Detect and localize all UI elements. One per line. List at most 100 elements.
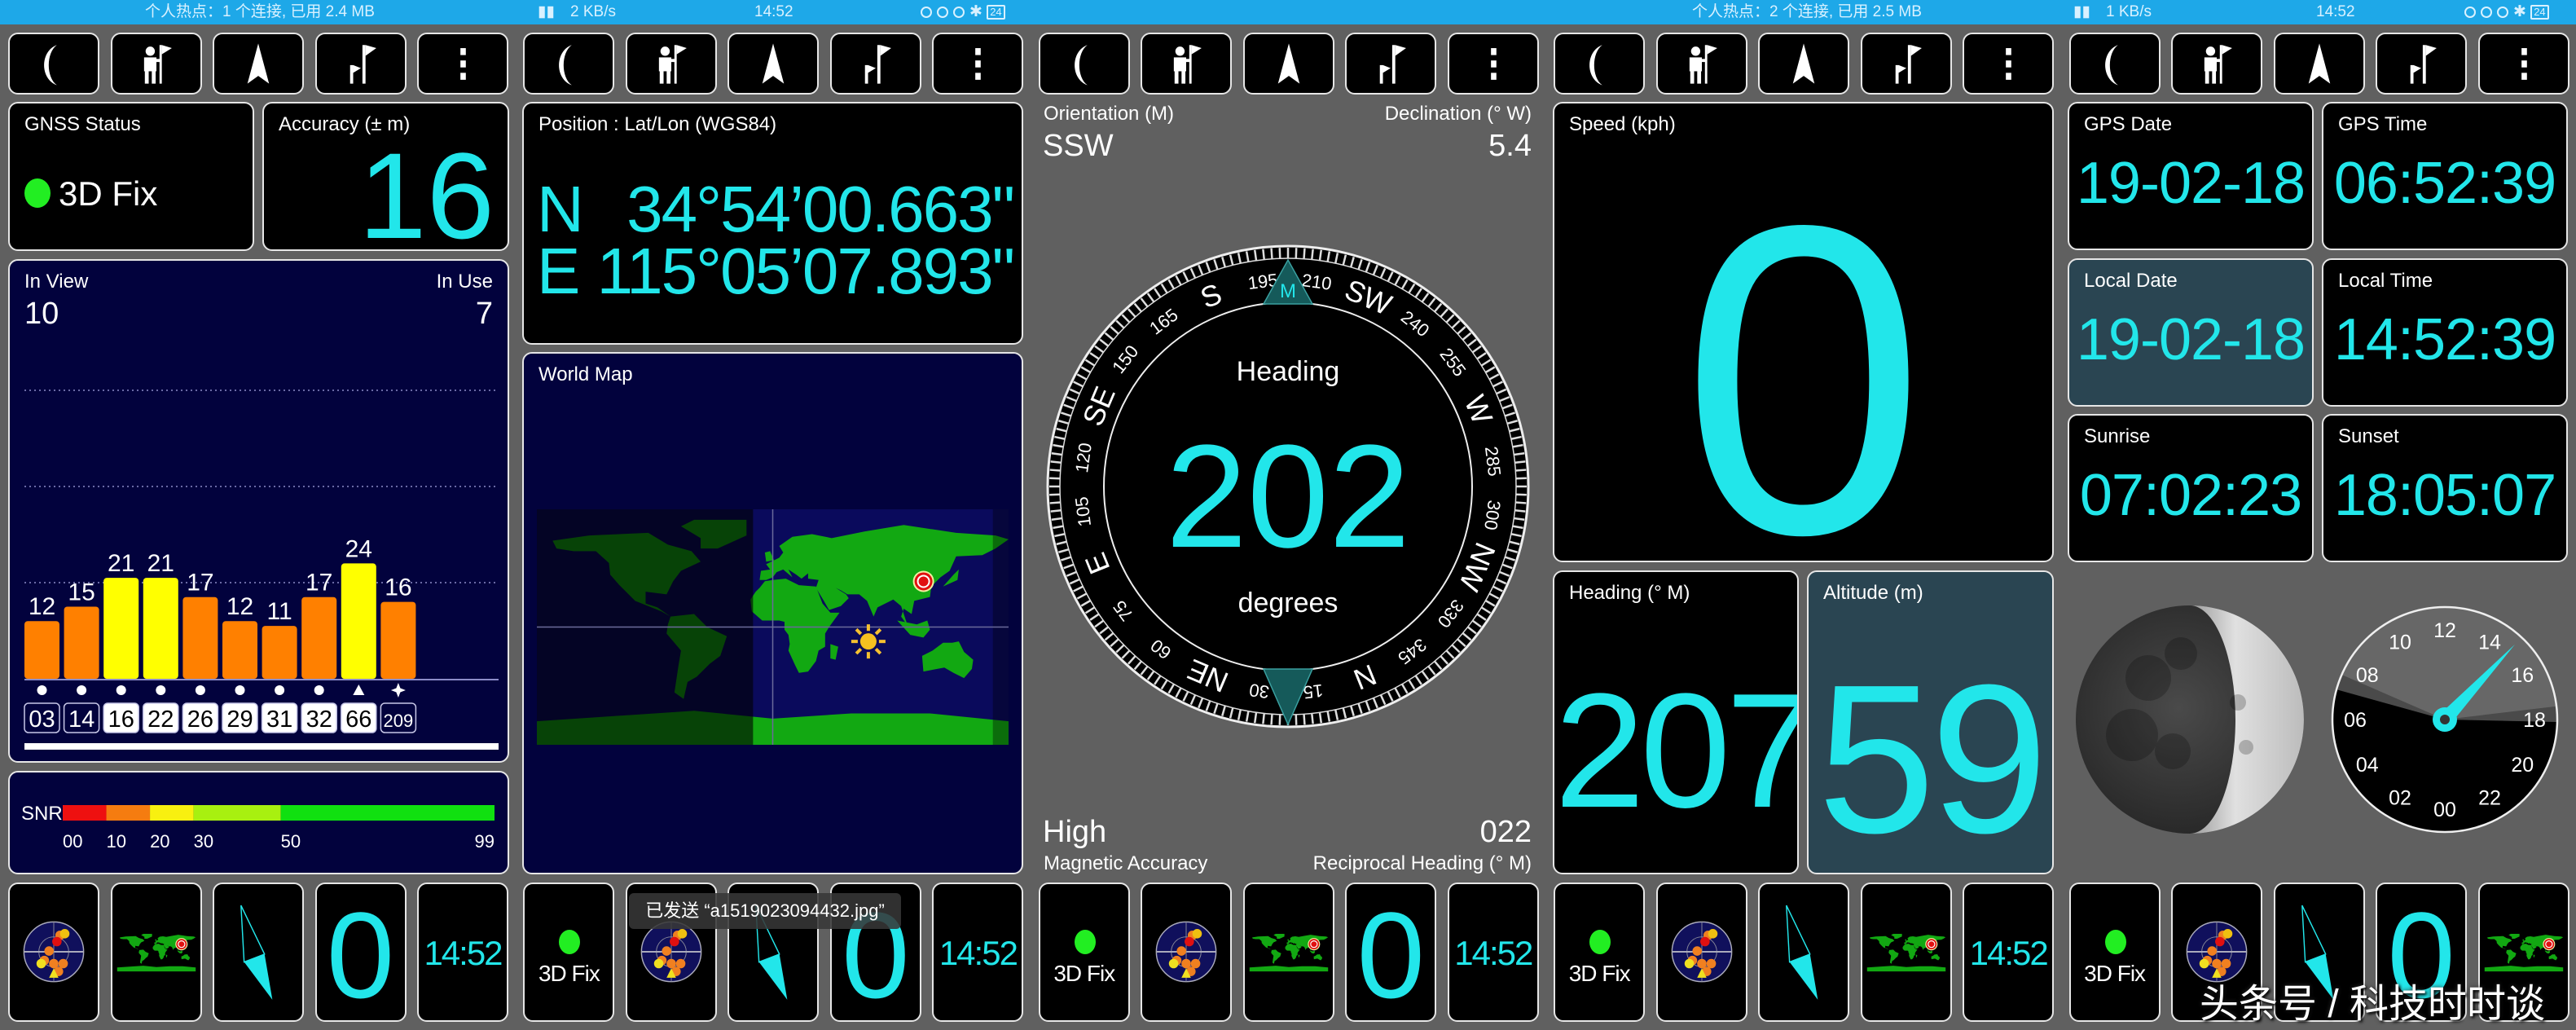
speed-card[interactable]: Speed (kph) 0 [1553, 102, 2054, 562]
local-time-card[interactable]: Local Time 14:52:39 [2322, 258, 2568, 407]
flag-icon [1380, 45, 1407, 84]
toolbar-button-person-flag[interactable] [2171, 33, 2263, 95]
widget-tile-radar[interactable] [8, 883, 99, 1022]
toolbar-button-navigation-arrow[interactable] [1242, 33, 1334, 95]
widget-tile-fix[interactable]: 3D Fix [523, 883, 615, 1022]
snr-bar[interactable] [143, 578, 178, 679]
map-landmass [2533, 954, 2534, 957]
widget-tile-needle[interactable] [1758, 883, 1850, 1022]
snr-bar[interactable] [64, 606, 99, 680]
widget-tile-map[interactable] [1242, 883, 1334, 1022]
toolbar-button-flag[interactable] [1345, 33, 1437, 95]
fix-status: 3D Fix [59, 174, 158, 213]
accuracy-card[interactable]: Accuracy (± m) 16 [262, 102, 509, 251]
sun-position-icon [851, 624, 886, 659]
widget-tile-fix[interactable]: 3D Fix [2068, 883, 2161, 1022]
snr-bar[interactable] [24, 621, 59, 679]
snr-bar[interactable] [262, 626, 297, 679]
sunrise-card[interactable]: Sunrise 07:02:23 [2068, 414, 2314, 562]
toolbar-button-navigation-arrow[interactable] [1758, 33, 1850, 95]
snr-tick-label: 50 [281, 831, 301, 852]
satellite-radar-icon [23, 921, 85, 983]
sunrise-value: 07:02:23 [2079, 463, 2302, 528]
toolbar-button-navigation-arrow[interactable] [2273, 33, 2365, 95]
map-landmass [165, 954, 167, 957]
toolbar-button-flag[interactable] [2376, 33, 2468, 95]
toolbar-button-more-vert[interactable] [417, 33, 508, 95]
snr-value-label: 24 [345, 535, 372, 562]
widget-tile-time[interactable]: 14:52 [1447, 883, 1539, 1022]
world-map-card[interactable]: World Map [522, 352, 1023, 874]
more-vert-icon [1490, 48, 1497, 80]
toolbar-button-more-vert[interactable] [1963, 33, 2055, 95]
snr-value-label: 21 [147, 550, 174, 577]
map-landmass [181, 953, 190, 961]
fix-status-dot-icon [559, 930, 581, 954]
gnss-status-card[interactable]: GNSS Status 3D Fix [8, 102, 254, 251]
world-map-label: World Map [538, 363, 633, 385]
map-landmass [2486, 935, 2512, 950]
widget-tile-radar[interactable] [1141, 883, 1233, 1022]
moon-icon [44, 45, 57, 86]
compass-tick [1514, 460, 1526, 464]
snr-bar[interactable] [222, 621, 257, 679]
snr-bar[interactable] [182, 596, 218, 679]
map-landmass [1866, 966, 1945, 972]
toolbar-button-more-vert[interactable] [932, 33, 1024, 95]
compass-tick [1262, 713, 1265, 724]
location-marker-icon [1924, 938, 1938, 951]
toolbar-button-navigation-arrow[interactable] [728, 33, 820, 95]
toolbar-button-moon[interactable] [1554, 33, 1646, 95]
snr-legend: SNR 00 10 20 30 50 99 [21, 803, 495, 852]
altitude-card[interactable]: Altitude (m) 59 [1807, 570, 2054, 874]
gps-time-card[interactable]: GPS Time 06:52:39 [2322, 102, 2568, 250]
toolbar-button-flag[interactable] [1860, 33, 1952, 95]
widget-tile-map[interactable] [1860, 883, 1952, 1022]
toolbar-button-person-flag[interactable] [1141, 33, 1233, 95]
snr-bar[interactable] [341, 563, 376, 679]
toolbar-button-moon[interactable] [8, 33, 99, 95]
snr-bar[interactable] [301, 596, 337, 679]
longitude-value: 115°05’07.893" [596, 235, 1015, 307]
toolbar-button-flag[interactable] [314, 33, 407, 95]
status-time: 14:52 [754, 3, 793, 20]
toolbar-button-person-flag[interactable] [110, 33, 202, 95]
widget-tile-speed[interactable]: 0 [314, 883, 407, 1022]
location-marker-icon [174, 938, 187, 951]
toolbar-button-moon[interactable] [1038, 33, 1130, 95]
compass-dial[interactable]: N1530NE6075E105120SE150165S 195 210 SW24025… [1045, 244, 1531, 729]
clock-hour-label: 04 [2356, 754, 2379, 777]
widget-graphic [1786, 905, 1818, 1000]
satellite-id-label: 03 [29, 706, 55, 733]
local-time-value: 14:52:39 [2333, 307, 2556, 372]
position-card[interactable]: Position : Lat/Lon (WGS84) N 34°54’00.66… [522, 102, 1023, 345]
toolbar-button-more-vert[interactable] [1447, 33, 1539, 95]
toolbar-button-person-flag[interactable] [1655, 33, 1747, 95]
widget-tile-fix[interactable]: 3D Fix [1038, 883, 1130, 1022]
widget-tile-needle[interactable] [213, 883, 304, 1022]
gps-date-card[interactable]: GPS Date 19-02-18 [2068, 102, 2314, 250]
local-date-card[interactable]: Local Date 19-02-18 [2068, 258, 2314, 407]
widget-tile-time[interactable]: 14:52 [417, 883, 508, 1022]
toolbar-button-person-flag[interactable] [625, 33, 717, 95]
declination-value: 5.4 [1488, 129, 1532, 163]
widget-tile-radar[interactable] [1655, 883, 1747, 1022]
toolbar-button-navigation-arrow[interactable] [213, 33, 304, 95]
sunset-card[interactable]: Sunset 18:05:07 [2322, 414, 2568, 562]
widget-tile-fix[interactable]: 3D Fix [1554, 883, 1646, 1022]
snr-bar[interactable] [380, 601, 416, 679]
mini-time-value: 14:52 [424, 934, 503, 972]
toolbar-button-moon[interactable] [2068, 33, 2161, 95]
satellite-signal-card[interactable]: In View 10 In Use 7 12 03 15 14 21 16 21 22 17 26… [8, 259, 509, 763]
toolbar-button-more-vert[interactable] [2477, 33, 2569, 95]
snr-bar[interactable] [103, 578, 139, 679]
toolbar-button-flag[interactable] [829, 33, 921, 95]
toolbar-button-moon[interactable] [523, 33, 615, 95]
person-flag-icon [1174, 45, 1202, 84]
widget-tile-speed[interactable]: 0 [1345, 883, 1437, 1022]
heading-card[interactable]: Heading (° M) 207 [1553, 570, 1799, 874]
widget-tile-time[interactable]: 14:52 [1963, 883, 2055, 1022]
widget-tile-map[interactable] [110, 883, 202, 1022]
widget-tile-time[interactable]: 14:52 [932, 883, 1024, 1022]
compass-marker-label: M [1280, 280, 1296, 302]
